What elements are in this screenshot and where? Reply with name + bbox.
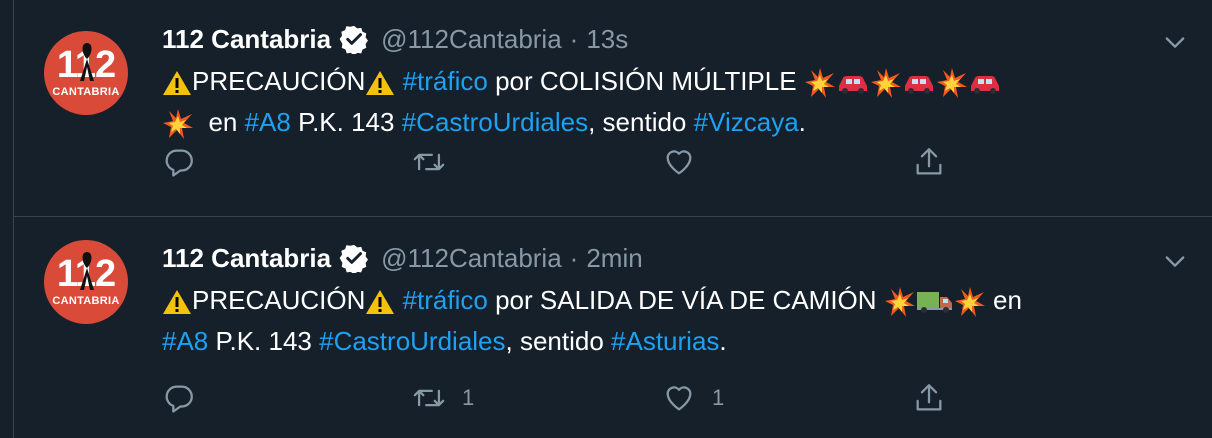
text-segment: P.K. 143 <box>290 107 402 137</box>
reply-icon <box>165 385 193 413</box>
hashtag-link[interactable]: #A8 <box>162 326 208 356</box>
share-button[interactable] <box>912 378 946 418</box>
text-segment: , sentido <box>588 107 694 137</box>
chevron-down-icon[interactable] <box>1161 247 1189 275</box>
avatar-label: CANTABRIA <box>52 295 120 307</box>
timestamp[interactable]: 13s <box>586 24 628 55</box>
share-button[interactable] <box>912 142 946 182</box>
timestamp[interactable]: 2min <box>586 243 642 274</box>
avatar-label: CANTABRIA <box>52 86 120 98</box>
tweet[interactable]: 112 CANTABRIA 112 Cantabria @112Cantabri… <box>14 217 1212 438</box>
retweet-icon <box>413 389 445 407</box>
verified-icon <box>339 25 369 54</box>
retweet-icon <box>413 153 445 171</box>
reply-button[interactable] <box>162 142 196 182</box>
tweet-actions <box>162 142 982 182</box>
tweet-actions: 1 1 <box>162 378 982 418</box>
hashtag-link[interactable]: #tráfico <box>403 285 488 315</box>
hashtag-link[interactable]: #tráfico <box>403 66 488 96</box>
warning-icon <box>366 71 395 96</box>
like-count: 1 <box>712 385 725 410</box>
timeline: 112 CANTABRIA 112 Cantabria @112Cantabri… <box>13 0 1212 438</box>
separator: · <box>569 23 579 54</box>
avatar[interactable]: 112 CANTABRIA <box>44 31 128 115</box>
hashtag-link[interactable]: #CastroUrdiales <box>319 326 505 356</box>
text-segment: en <box>194 107 245 137</box>
collision-icon <box>804 68 835 99</box>
avatar[interactable]: 112 CANTABRIA <box>44 240 128 324</box>
share-icon <box>916 148 942 175</box>
mourning-ribbon-icon <box>80 252 94 290</box>
text-segment: por SALIDA DE VÍA DE CAMIÓN <box>487 285 884 315</box>
tweet[interactable]: 112 CANTABRIA 112 Cantabria @112Cantabri… <box>14 0 1212 217</box>
collision-icon <box>163 109 193 140</box>
tweet-header: 112 Cantabria @112Cantabria · 2min <box>162 241 643 275</box>
like-button[interactable] <box>662 142 712 182</box>
text-segment: . <box>719 326 727 356</box>
text-segment: P.K. 143 <box>208 326 320 356</box>
text-segment: en <box>985 285 1030 315</box>
text-segment: por COLISIÓN MÚLTIPLE <box>487 66 804 96</box>
warning-icon <box>163 290 191 315</box>
collision-icon <box>870 68 901 99</box>
tweet-text: PRECAUCIÓN #tráfico por COLISIÓN MÚLTIPL… <box>162 61 1182 143</box>
text-segment: . <box>798 107 806 137</box>
separator: · <box>569 242 579 273</box>
hashtag-link[interactable]: #Vizcaya <box>694 107 799 137</box>
display-name[interactable]: 112 Cantabria <box>162 24 331 55</box>
retweet-button[interactable]: 1 <box>412 378 474 418</box>
collision-icon <box>884 287 915 318</box>
handle[interactable]: @112Cantabria <box>381 243 562 274</box>
retweet-button[interactable] <box>412 142 462 182</box>
like-icon <box>666 150 692 175</box>
text-segment: PRECAUCIÓN <box>192 285 366 315</box>
car-icon <box>904 76 933 95</box>
mourning-ribbon-icon <box>80 43 94 81</box>
truck-icon <box>916 292 952 314</box>
warning-icon <box>163 71 191 96</box>
collision-icon <box>954 287 985 318</box>
hashtag-link[interactable]: #A8 <box>245 107 291 137</box>
display-name[interactable]: 112 Cantabria <box>162 243 331 274</box>
tweet-header: 112 Cantabria @112Cantabria · 13s <box>162 22 628 56</box>
warning-icon <box>366 290 395 315</box>
chevron-down-icon[interactable] <box>1161 28 1189 56</box>
handle[interactable]: @112Cantabria <box>381 24 562 55</box>
tweet-text: PRECAUCIÓN #tráfico por SALIDA DE VÍA DE… <box>162 280 1182 362</box>
share-icon <box>916 384 942 411</box>
hashtag-link[interactable]: #Asturias <box>611 326 719 356</box>
car-icon <box>838 76 867 95</box>
verified-icon <box>339 244 369 273</box>
reply-button[interactable] <box>162 378 196 418</box>
text-segment: PRECAUCIÓN <box>192 66 366 96</box>
text-segment: , sentido <box>505 326 612 356</box>
reply-icon <box>165 149 193 177</box>
like-icon <box>666 386 692 411</box>
hashtag-link[interactable]: #CastroUrdiales <box>402 107 588 137</box>
retweet-count: 1 <box>462 385 475 410</box>
like-button[interactable]: 1 <box>662 378 724 418</box>
car-icon <box>970 76 999 95</box>
collision-icon <box>936 68 967 99</box>
